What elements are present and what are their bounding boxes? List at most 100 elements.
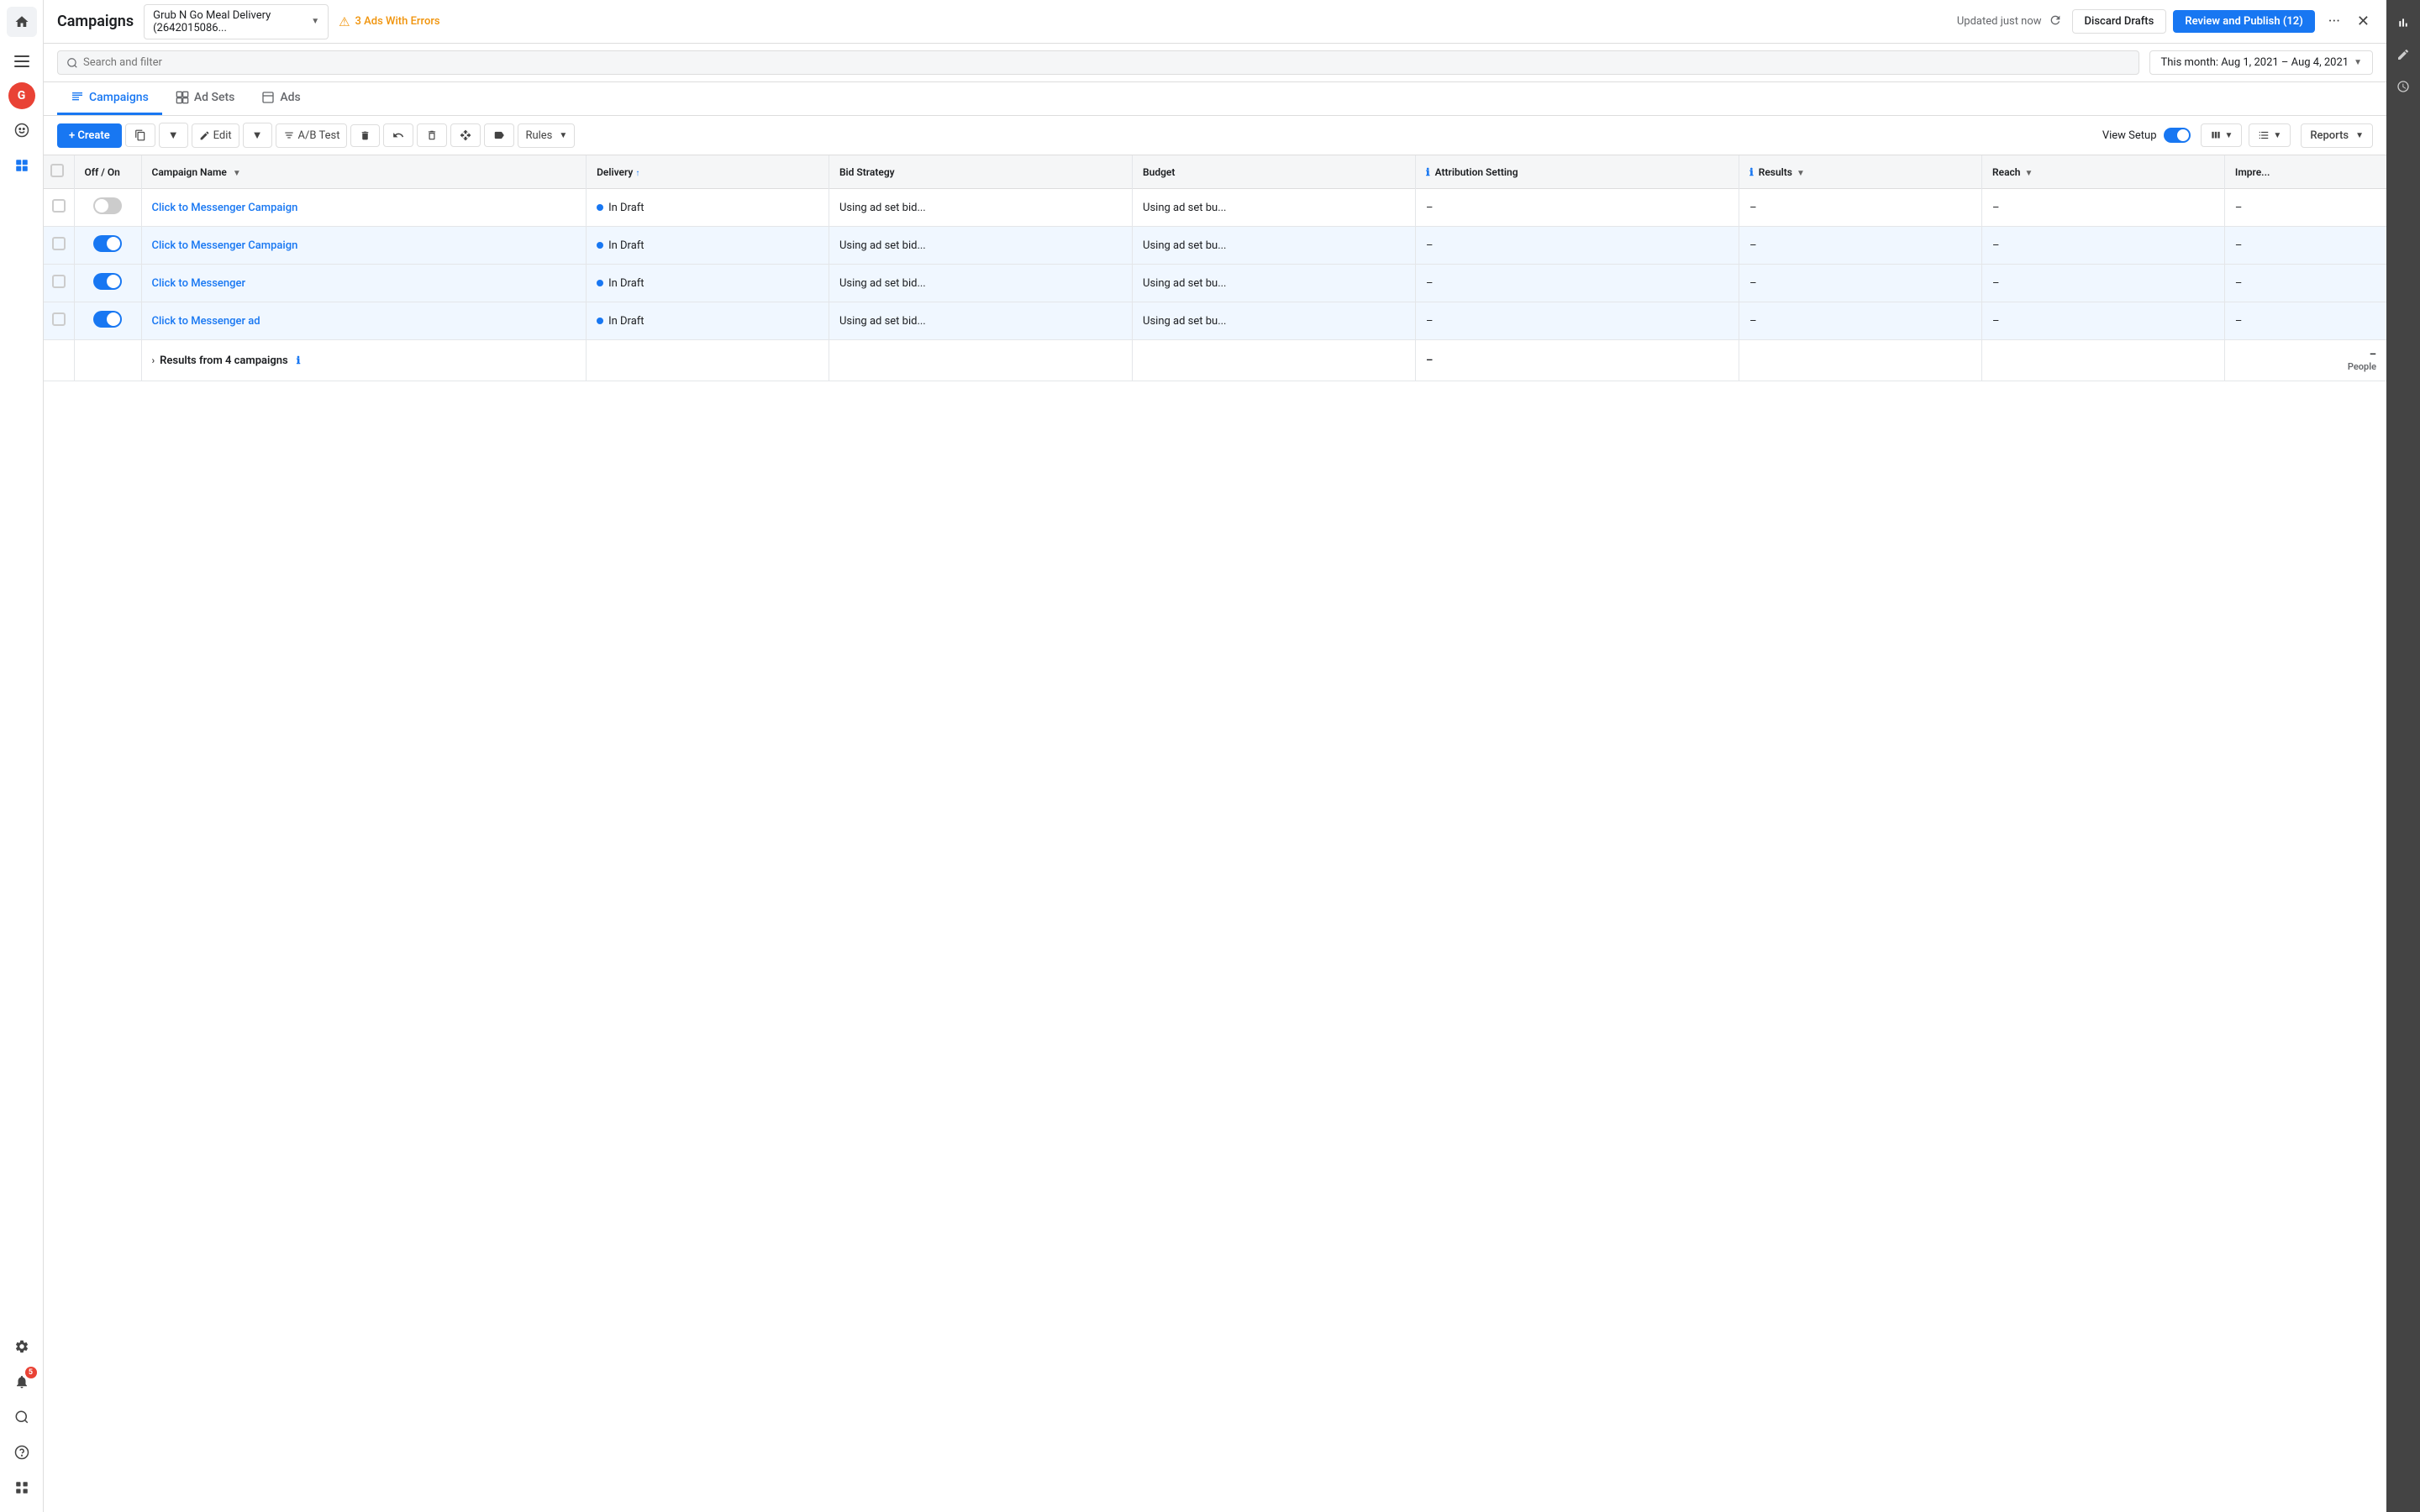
refresh-icon[interactable] <box>2049 13 2062 30</box>
duplicate-button[interactable] <box>125 123 155 147</box>
row-reach: – <box>1982 265 2225 302</box>
chart-icon <box>2396 16 2410 29</box>
discard-drafts-button[interactable]: Discard Drafts <box>2072 9 2167 34</box>
th-campaign-name-label: Campaign Name <box>152 166 227 178</box>
account-selector[interactable]: Grub N Go Meal Delivery (2642015086... ▼ <box>144 4 329 39</box>
avatar[interactable]: G <box>8 82 35 109</box>
tab-ad-sets-label: Ad Sets <box>194 91 235 104</box>
results-info-icon: ℹ <box>1749 166 1754 178</box>
review-publish-button[interactable]: Review and Publish (12) <box>2173 10 2314 33</box>
move-button[interactable] <box>450 123 481 147</box>
campaign-name-link[interactable]: Click to Messenger <box>152 277 246 290</box>
right-sidebar-clock-icon[interactable] <box>2391 74 2416 99</box>
th-delivery[interactable]: Delivery ↑ <box>587 155 829 189</box>
row-toggle[interactable] <box>93 235 122 252</box>
row-impressions: – <box>2224 302 2386 340</box>
right-sidebar-chart-icon[interactable] <box>2391 10 2416 35</box>
campaign-name-link[interactable]: Click to Messenger Campaign <box>152 239 298 252</box>
menu-toggle-icon[interactable] <box>7 46 37 76</box>
discard-icon <box>426 129 438 141</box>
row-toggle[interactable] <box>93 311 122 328</box>
ads-tab-icon <box>261 91 275 104</box>
row-checkbox[interactable] <box>52 275 66 288</box>
table-icon[interactable] <box>7 1473 37 1503</box>
rules-button[interactable]: Rules ▼ <box>518 123 575 148</box>
tab-ads[interactable]: Ads <box>248 82 313 115</box>
row-toggle-cell <box>74 227 141 265</box>
row-budget: Using ad set bu... <box>1133 302 1416 340</box>
th-results[interactable]: ℹ Results ▼ <box>1739 155 1982 189</box>
columns-icon <box>2210 129 2222 141</box>
row-attribution: – <box>1416 302 1739 340</box>
table-row: Click to Messenger ad In Draft Using ad … <box>44 302 2386 340</box>
settings-icon[interactable] <box>7 1331 37 1362</box>
row-checkbox[interactable] <box>52 312 66 326</box>
campaigns-table: Off / On Campaign Name ▼ Delivery ↑ Bid … <box>44 155 2386 381</box>
tab-ad-sets[interactable]: Ad Sets <box>162 82 249 115</box>
home-button[interactable] <box>7 7 37 37</box>
smiley-icon[interactable] <box>7 115 37 145</box>
summary-expand[interactable]: › Results from 4 campaigns ℹ <box>152 354 576 367</box>
row-checkbox[interactable] <box>52 237 66 250</box>
summary-budget-cell <box>1133 340 1416 381</box>
clock-icon <box>2396 80 2410 93</box>
date-range-button[interactable]: This month: Aug 1, 2021 – Aug 4, 2021 ▼ <box>2149 50 2373 75</box>
row-checkbox-cell <box>44 302 74 340</box>
errors-badge[interactable]: ⚠ 3 Ads With Errors <box>339 14 440 29</box>
select-all-checkbox[interactable] <box>50 164 64 177</box>
edit-dropdown-button[interactable]: ▼ <box>243 123 272 148</box>
search-icon[interactable] <box>7 1402 37 1432</box>
th-select-all[interactable] <box>44 155 74 189</box>
row-attribution: – <box>1416 265 1739 302</box>
notifications-icon[interactable]: 5 <box>7 1367 37 1397</box>
summary-reach-cell <box>1982 340 2225 381</box>
edit-button[interactable]: Edit <box>192 123 239 148</box>
row-checkbox[interactable] <box>52 199 66 213</box>
tab-ads-label: Ads <box>280 91 300 104</box>
left-sidebar: G 5 <box>0 0 44 1512</box>
campaign-name-link[interactable]: Click to Messenger ad <box>152 315 260 328</box>
row-budget: Using ad set bu... <box>1133 227 1416 265</box>
edit-button-label: Edit <box>213 129 232 142</box>
campaign-name-link[interactable]: Click to Messenger Campaign <box>152 202 298 214</box>
create-button[interactable]: + Create <box>57 123 122 148</box>
more-options-button[interactable]: ··· <box>2322 13 2347 30</box>
grid-icon[interactable] <box>7 150 37 181</box>
search-input-wrap[interactable] <box>57 50 2139 75</box>
close-button[interactable]: ✕ <box>2354 13 2373 30</box>
tag-button[interactable] <box>484 123 514 147</box>
ab-test-button[interactable]: A/B Test <box>276 123 348 148</box>
delete-button[interactable] <box>350 124 380 147</box>
row-toggle-cell <box>74 302 141 340</box>
th-delivery-label: Delivery <box>597 166 633 178</box>
th-attribution-label: Attribution Setting <box>1435 166 1518 178</box>
account-chevron-icon: ▼ <box>311 17 319 26</box>
tab-campaigns-label: Campaigns <box>89 91 149 104</box>
row-checkbox-cell <box>44 265 74 302</box>
row-toggle[interactable] <box>93 197 122 214</box>
layout-button[interactable]: ▼ <box>2249 123 2291 147</box>
toolbar: + Create ▼ Edit ▼ A/B Test <box>44 116 2386 155</box>
delivery-status-dot <box>597 318 603 324</box>
discard-row-button[interactable] <box>417 123 447 147</box>
help-icon[interactable] <box>7 1437 37 1467</box>
table-row: Click to Messenger Campaign In Draft Usi… <box>44 227 2386 265</box>
th-reach-label: Reach <box>1992 166 2020 178</box>
th-reach[interactable]: Reach ▼ <box>1982 155 2225 189</box>
row-toggle-cell <box>74 189 141 227</box>
th-budget-label: Budget <box>1143 166 1175 178</box>
search-input[interactable] <box>83 56 2130 69</box>
view-setup-toggle[interactable] <box>2164 128 2191 143</box>
row-toggle[interactable] <box>93 273 122 290</box>
row-checkbox-cell <box>44 189 74 227</box>
columns-button[interactable]: ▼ <box>2201 123 2243 147</box>
th-campaign-name[interactable]: Campaign Name ▼ <box>141 155 587 189</box>
duplicate-dropdown-button[interactable]: ▼ <box>159 123 188 148</box>
reports-button[interactable]: Reports ▼ <box>2301 123 2373 148</box>
undo-button[interactable] <box>383 123 413 147</box>
tab-campaigns[interactable]: Campaigns <box>57 82 162 115</box>
right-sidebar-edit-icon[interactable] <box>2391 42 2416 67</box>
th-impressions-label: Impre... <box>2235 166 2270 178</box>
summary-people-label: People <box>2235 361 2376 372</box>
move-icon <box>460 129 471 141</box>
